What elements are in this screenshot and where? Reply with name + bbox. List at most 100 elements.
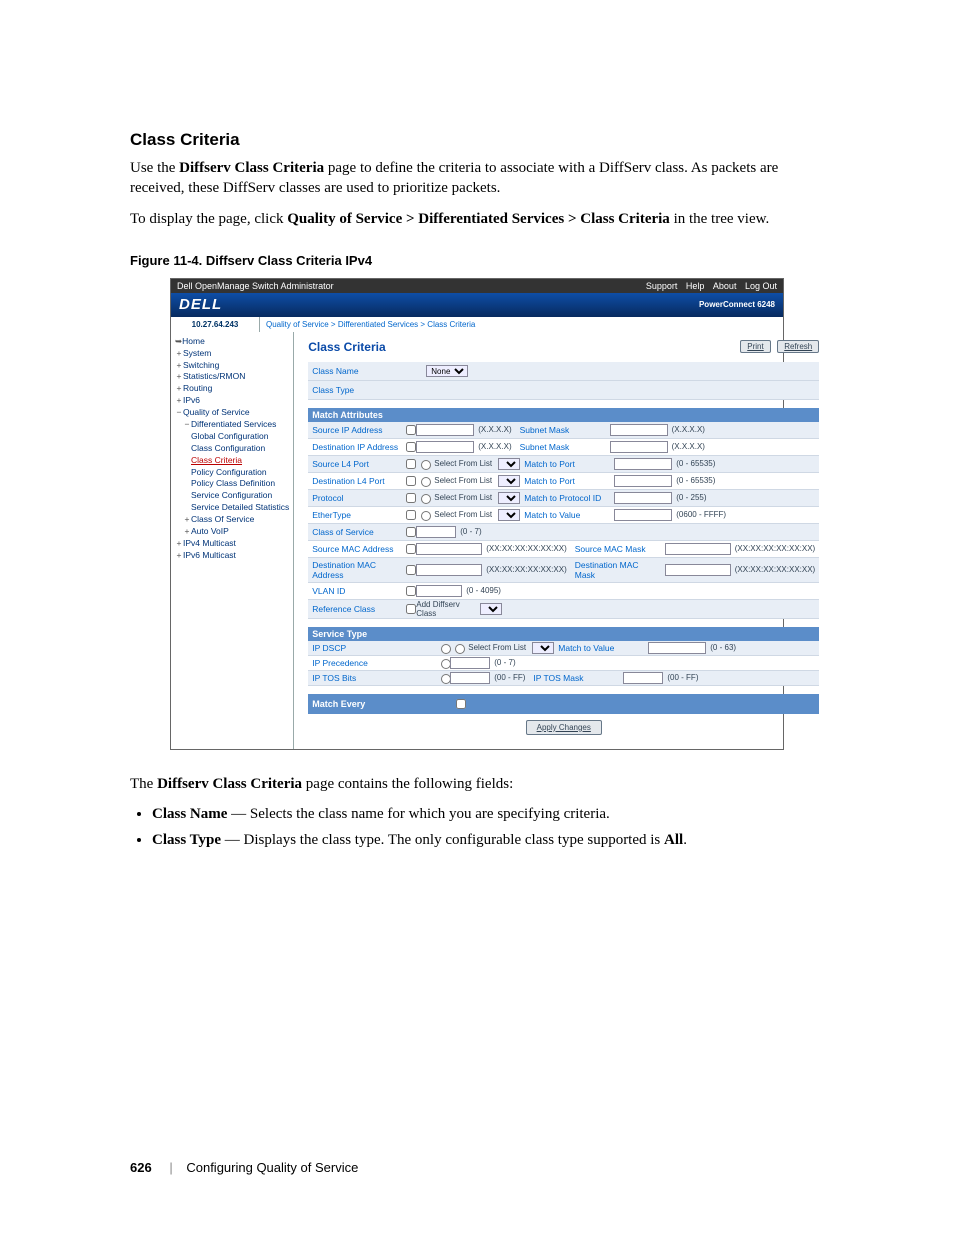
- dmac-input[interactable]: [416, 564, 482, 576]
- cos-label: Class of Service: [308, 525, 402, 539]
- dip-mask-hint: (X.X.X.X): [668, 442, 709, 451]
- tree-qos[interactable]: −Quality of Service: [175, 407, 289, 419]
- ipprec-input[interactable]: [450, 657, 490, 669]
- brand-bar: DELL PowerConnect 6248: [171, 293, 783, 317]
- tree-ds[interactable]: −Differentiated Services: [183, 419, 289, 431]
- eth-radio-list[interactable]: [421, 511, 431, 521]
- sl4-range: (0 - 65535): [672, 459, 719, 468]
- eth-select[interactable]: [498, 509, 520, 521]
- breadcrumb: Quality of Service > Differentiated Serv…: [260, 317, 783, 332]
- tree-cc[interactable]: Class Configuration: [191, 443, 289, 455]
- print-button[interactable]: Print: [740, 340, 770, 353]
- sl4-checkbox[interactable]: [406, 459, 416, 469]
- dl4-radio-list[interactable]: [421, 477, 431, 487]
- dscp-select[interactable]: [532, 642, 554, 654]
- classname-select[interactable]: None: [426, 365, 468, 377]
- iptos-input[interactable]: [450, 672, 490, 684]
- tree-cc-criteria[interactable]: Class Criteria: [191, 455, 289, 467]
- sip-hint: (X.X.X.X): [474, 425, 515, 434]
- vlan-input[interactable]: [416, 585, 462, 597]
- vlan-range: (0 - 4095): [462, 586, 505, 595]
- about-link[interactable]: About: [713, 281, 737, 291]
- field2-desc: — Displays the class type. The only conf…: [221, 832, 664, 848]
- logout-link[interactable]: Log Out: [745, 281, 777, 291]
- dl4-select[interactable]: [498, 475, 520, 487]
- dl4-port-input[interactable]: [614, 475, 672, 487]
- crumb-qos[interactable]: Quality of Service: [266, 320, 329, 329]
- sip-mask-label: Subnet Mask: [516, 425, 610, 435]
- footer-sep: |: [169, 1160, 172, 1175]
- crumb-ds[interactable]: Differentiated Services: [338, 320, 418, 329]
- dl4-label: Destination L4 Port: [308, 474, 402, 488]
- dl4-sfl: Select From List: [434, 476, 498, 485]
- classtype-label: Class Type: [308, 383, 426, 397]
- tree-routing[interactable]: +Routing: [175, 383, 289, 395]
- dip-input[interactable]: [416, 441, 474, 453]
- smac-mask-input[interactable]: [665, 543, 731, 555]
- smac-mask-hint: (XX:XX:XX:XX:XX:XX): [731, 544, 819, 553]
- proto-select[interactable]: [498, 492, 520, 504]
- dscp-label: IP DSCP: [308, 641, 436, 655]
- ref-checkbox[interactable]: [406, 604, 416, 614]
- ref-select[interactable]: [480, 603, 502, 615]
- dmac-mask-input[interactable]: [665, 564, 731, 576]
- tree-ipv6[interactable]: +IPv6: [175, 395, 289, 407]
- dscp-radio-sfl[interactable]: [455, 644, 465, 654]
- crumb-cc[interactable]: Class Criteria: [427, 320, 475, 329]
- dell-logo: DELL: [179, 296, 222, 313]
- proto-radio-list[interactable]: [421, 494, 431, 504]
- tree-av[interactable]: +Auto VoIP: [183, 526, 289, 538]
- vlan-checkbox[interactable]: [406, 586, 416, 596]
- page-number: 626: [130, 1160, 152, 1175]
- tree-stats[interactable]: +Statistics/RMON: [175, 371, 289, 383]
- sip-input[interactable]: [416, 424, 474, 436]
- intro-paragraph-1: Use the Diffserv Class Criteria page to …: [130, 158, 824, 199]
- tree-home[interactable]: ➥Home: [175, 336, 289, 348]
- help-link[interactable]: Help: [686, 281, 705, 291]
- support-link[interactable]: Support: [646, 281, 678, 291]
- sl4-select[interactable]: [498, 458, 520, 470]
- tree-ipv6m[interactable]: +IPv6 Multicast: [175, 550, 289, 562]
- dip-label: Destination IP Address: [308, 440, 402, 454]
- eth-input[interactable]: [614, 509, 672, 521]
- cos-checkbox[interactable]: [406, 527, 416, 537]
- tree-ipv4m[interactable]: +IPv4 Multicast: [175, 538, 289, 550]
- proto-input[interactable]: [614, 492, 672, 504]
- tree-switching[interactable]: +Switching: [175, 360, 289, 372]
- field1-name: Class Name: [152, 806, 227, 822]
- sip-mask-input[interactable]: [610, 424, 668, 436]
- sip-checkbox[interactable]: [406, 425, 416, 435]
- tree-sds[interactable]: Service Detailed Statistics: [191, 502, 289, 514]
- refresh-button[interactable]: Refresh: [777, 340, 819, 353]
- dl4-mtp: Match to Port: [520, 476, 614, 486]
- smac-input[interactable]: [416, 543, 482, 555]
- apply-changes-button[interactable]: Apply Changes: [526, 720, 602, 735]
- eth-checkbox[interactable]: [406, 510, 416, 520]
- cos-input[interactable]: [416, 526, 456, 538]
- tree-cos[interactable]: +Class Of Service: [183, 514, 289, 526]
- sl4-radio-list[interactable]: [421, 460, 431, 470]
- tree-pcd[interactable]: Policy Class Definition: [191, 478, 289, 490]
- iptos-label: IP TOS Bits: [308, 671, 436, 685]
- dip-checkbox[interactable]: [406, 442, 416, 452]
- match-every-checkbox[interactable]: [456, 699, 466, 709]
- dl4-checkbox[interactable]: [406, 476, 416, 486]
- field-item-classname: Class Name — Selects the class name for …: [152, 804, 824, 824]
- dmac-checkbox[interactable]: [406, 565, 416, 575]
- intro1-a: Use the: [130, 160, 179, 176]
- sl4-port-input[interactable]: [614, 458, 672, 470]
- dscp-radio[interactable]: [441, 644, 451, 654]
- smac-checkbox[interactable]: [406, 544, 416, 554]
- tree-gc[interactable]: Global Configuration: [191, 431, 289, 443]
- match-attributes-header: Match Attributes: [308, 408, 819, 422]
- tree-sc[interactable]: Service Configuration: [191, 490, 289, 502]
- titlebar-links: Support Help About Log Out: [640, 281, 777, 291]
- sl4-label: Source L4 Port: [308, 457, 402, 471]
- tree-system[interactable]: +System: [175, 348, 289, 360]
- tree-pc[interactable]: Policy Configuration: [191, 467, 289, 479]
- dip-mask-input[interactable]: [610, 441, 668, 453]
- iptos-mask-label: IP TOS Mask: [529, 673, 623, 683]
- iptos-mask-input[interactable]: [623, 672, 663, 684]
- proto-checkbox[interactable]: [406, 493, 416, 503]
- dscp-input[interactable]: [648, 642, 706, 654]
